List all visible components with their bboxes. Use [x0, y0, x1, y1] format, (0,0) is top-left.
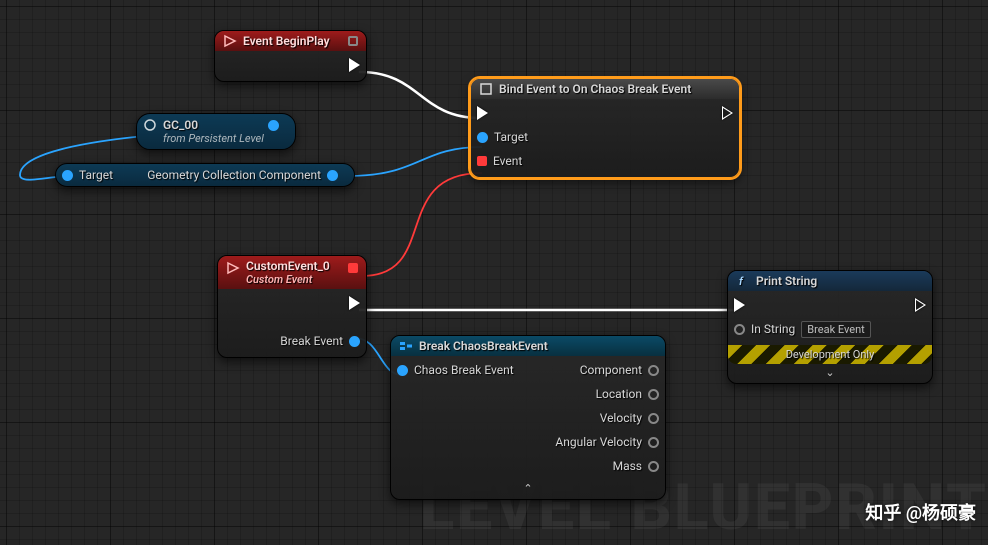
- data-out-pin[interactable]: [349, 336, 360, 347]
- node-header[interactable]: Event BeginPlay: [215, 31, 366, 51]
- bind-icon: [479, 82, 493, 96]
- actor-icon: [143, 118, 157, 132]
- node-custom-event[interactable]: CustomEvent_0 Custom Event Break Event: [217, 255, 367, 358]
- data-out-pin[interactable]: [327, 170, 338, 181]
- node-header[interactable]: CustomEvent_0 Custom Event: [218, 256, 366, 289]
- data-out-pin[interactable]: [648, 389, 659, 400]
- node-title: Print String: [756, 274, 817, 288]
- svg-text:f: f: [739, 275, 744, 288]
- pin-label: Event: [493, 154, 522, 168]
- pin-label: Angular Velocity: [555, 435, 642, 449]
- pin-label: Mass: [613, 459, 642, 473]
- data-out-pin[interactable]: [648, 413, 659, 424]
- struct-in-pin[interactable]: [397, 365, 408, 376]
- function-icon: f: [736, 274, 750, 288]
- data-out-pin[interactable]: [648, 437, 659, 448]
- pin-label: Break Event: [280, 334, 343, 348]
- node-title: CustomEvent_0: [246, 259, 330, 273]
- event-arrow-icon: [226, 261, 240, 275]
- data-out-pin[interactable]: [268, 120, 279, 131]
- exec-in-pin[interactable]: [734, 298, 745, 312]
- target-in-pin[interactable]: [62, 170, 73, 181]
- target-pin[interactable]: [477, 132, 488, 143]
- expand-toggle[interactable]: ⌃: [391, 482, 665, 499]
- variable-subtitle: from Persistent Level: [143, 132, 264, 145]
- exec-out-pin[interactable]: [349, 58, 360, 72]
- delegate-pin[interactable]: [348, 263, 358, 273]
- node-title: Event BeginPlay: [243, 34, 330, 48]
- node-print-string[interactable]: f Print String In String Break Event Dev…: [727, 270, 933, 384]
- node-title: Break ChaosBreakEvent: [419, 339, 548, 353]
- node-title: Bind Event to On Chaos Break Event: [499, 82, 691, 96]
- node-header[interactable]: f Print String: [728, 271, 932, 291]
- in-string-value[interactable]: Break Event: [801, 321, 870, 338]
- node-subtitle: Custom Event: [246, 273, 330, 286]
- event-arrow-icon: [223, 34, 237, 48]
- break-struct-icon: [399, 339, 413, 353]
- exec-in-pin[interactable]: [477, 106, 488, 120]
- pin-label: Target: [494, 130, 528, 144]
- exec-out-pin[interactable]: [722, 106, 733, 120]
- development-only-banner: Development Only: [728, 345, 932, 364]
- pin-label: Velocity: [600, 411, 642, 425]
- data-out-pin[interactable]: [648, 365, 659, 376]
- pin-label-out: Geometry Collection Component: [147, 168, 321, 182]
- node-event-beginplay[interactable]: Event BeginPlay: [214, 30, 367, 82]
- watermark: 知乎 @杨硕豪: [865, 499, 976, 525]
- pin-label: In String: [751, 322, 795, 336]
- pin-label-target: Target: [79, 168, 113, 182]
- variable-name: GC_00: [163, 118, 198, 132]
- node-bind-event[interactable]: Bind Event to On Chaos Break Event Targe…: [470, 78, 740, 178]
- event-pin[interactable]: [477, 156, 487, 166]
- pin-label: Location: [596, 387, 642, 401]
- data-out-pin[interactable]: [648, 461, 659, 472]
- in-string-pin[interactable]: [734, 324, 745, 335]
- pin-label: Chaos Break Event: [414, 363, 514, 377]
- node-break-struct[interactable]: Break ChaosBreakEvent Chaos Break Event …: [390, 335, 666, 500]
- exec-out-pin[interactable]: [915, 298, 926, 312]
- exec-out-pin[interactable]: [349, 296, 360, 310]
- delegate-pin[interactable]: [348, 36, 358, 46]
- node-header[interactable]: Break ChaosBreakEvent: [391, 336, 665, 356]
- pin-label: Component: [580, 363, 642, 377]
- node-header[interactable]: Bind Event to On Chaos Break Event: [471, 79, 739, 99]
- expand-toggle[interactable]: ⌄: [728, 364, 932, 383]
- node-variable-gc00[interactable]: GC_00 from Persistent Level: [136, 113, 296, 150]
- node-get-geometry-collection[interactable]: Target Geometry Collection Component: [55, 163, 355, 187]
